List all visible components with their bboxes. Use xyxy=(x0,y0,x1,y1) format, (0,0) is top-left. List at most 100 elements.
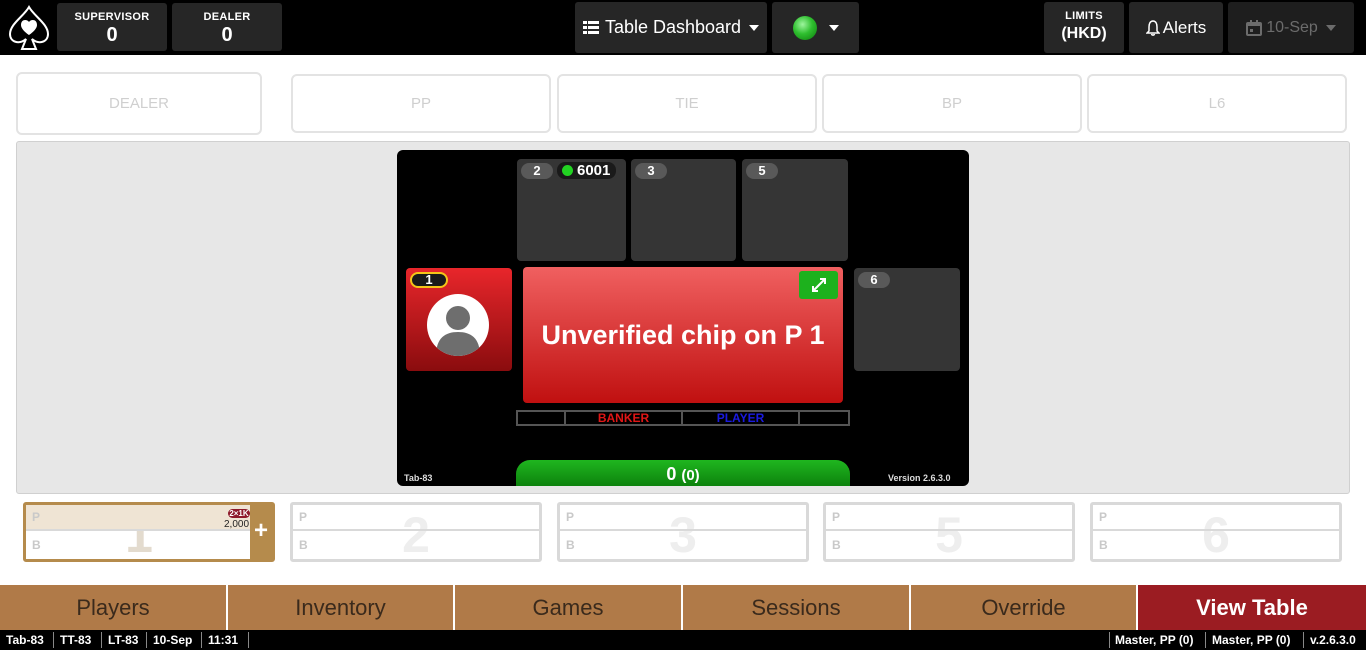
seat-card-2[interactable]: 2 P B xyxy=(290,502,542,563)
app: SUPERVISOR 0 DEALER 0 Table Dashboard LI… xyxy=(0,0,1366,650)
nav-tab-override[interactable]: Override xyxy=(911,585,1138,630)
player-label: PLAYER xyxy=(683,412,800,424)
online-dot-icon xyxy=(562,165,573,176)
seat-number: 5 xyxy=(746,163,778,179)
nav-tab-players[interactable]: Players xyxy=(0,585,228,630)
supervisor-value: 0 xyxy=(106,24,118,46)
calendar-icon xyxy=(1246,19,1263,36)
seat-6[interactable]: 6 xyxy=(854,268,960,371)
total-value: 0 xyxy=(666,464,677,484)
seat-card-5[interactable]: 5 P B xyxy=(823,502,1075,563)
row-label: B xyxy=(299,538,308,552)
dealer-counter: DEALER 0 xyxy=(172,3,282,51)
row-label: B xyxy=(832,538,841,552)
chevron-down-icon xyxy=(749,24,760,31)
bet-zone-bp[interactable]: BP xyxy=(822,74,1082,133)
seat-5[interactable]: 5 xyxy=(742,159,848,261)
chip-badge: 2×1K xyxy=(228,509,250,518)
banker-bet-row[interactable]: B xyxy=(293,533,539,559)
outcome-cell xyxy=(518,412,566,424)
seat-card-3[interactable]: 3 P B xyxy=(557,502,809,563)
table-view: 2 6001 3 5 6 1 Unverified chip on P 1 BA… xyxy=(397,150,969,486)
bottom-nav: Players Inventory Games Sessions Overrid… xyxy=(0,585,1366,630)
row-label: P xyxy=(32,510,41,524)
bet-zone-l6[interactable]: L6 xyxy=(1087,74,1347,133)
dashboard-label: Table Dashboard xyxy=(604,17,742,37)
limits-button[interactable]: LIMITS (HKD) xyxy=(1044,2,1124,53)
status-master-1: Master, PP (0) xyxy=(1115,633,1194,647)
player-bet-row[interactable]: P xyxy=(293,505,539,531)
player-bet-row[interactable]: P 2×1K 2,000 xyxy=(26,505,252,531)
top-bar: SUPERVISOR 0 DEALER 0 Table Dashboard LI… xyxy=(0,0,1366,55)
dealer-label: DEALER xyxy=(203,11,251,23)
player-bet-row[interactable]: P xyxy=(560,505,806,531)
nav-tab-view-table[interactable]: View Table xyxy=(1138,585,1366,630)
seat-number: 3 xyxy=(635,163,667,179)
table-dashboard-dropdown[interactable]: Table Dashboard xyxy=(575,2,767,53)
seat-2[interactable]: 2 6001 xyxy=(517,159,626,261)
chevron-down-icon xyxy=(1325,24,1336,31)
bet-zone-label: BP xyxy=(941,95,962,112)
bet-zone-label: TIE xyxy=(675,95,699,112)
bet-zone-label: DEALER xyxy=(108,95,170,112)
nav-tab-sessions[interactable]: Sessions xyxy=(683,585,911,630)
alerts-label: Alerts xyxy=(1162,17,1207,37)
status-dropdown[interactable] xyxy=(772,2,859,53)
table-grid-icon xyxy=(582,20,599,34)
banker-bet-row[interactable]: B xyxy=(26,533,272,559)
status-time: 11:31 xyxy=(208,633,239,647)
row-label: B xyxy=(32,538,41,552)
bet-zone-pp[interactable]: PP xyxy=(291,74,551,133)
outcome-bar: BANKER PLAYER xyxy=(516,410,850,426)
chevron-down-icon xyxy=(828,24,839,31)
dealer-value: 0 xyxy=(221,24,233,46)
alerts-button[interactable]: Alerts xyxy=(1129,2,1223,53)
seat-number: 2 xyxy=(521,163,553,179)
total-bar: 0 (0) xyxy=(516,460,850,486)
limits-currency: (HKD) xyxy=(1061,25,1107,42)
seat-1[interactable]: 1 xyxy=(406,268,512,371)
date-label: 10-Sep xyxy=(1266,18,1318,36)
limits-label: LIMITS xyxy=(1065,10,1103,22)
seat-number: 1 xyxy=(410,272,448,288)
player-bet-row[interactable]: P xyxy=(826,505,1072,531)
banker-bet-row[interactable]: B xyxy=(560,533,806,559)
status-lt: LT-83 xyxy=(108,633,139,647)
nav-tab-games[interactable]: Games xyxy=(455,585,683,630)
banker-label: BANKER xyxy=(566,412,683,424)
status-master-2: Master, PP (0) xyxy=(1212,633,1291,647)
seat-chip-value: 6001 xyxy=(577,162,611,179)
bet-zone-label: PP xyxy=(410,95,431,112)
table-id-label: Tab-83 xyxy=(404,473,433,483)
bet-zone-tie[interactable]: TIE xyxy=(557,74,817,133)
status-tt: TT-83 xyxy=(60,633,92,647)
status-green-icon xyxy=(792,15,817,40)
nav-tab-inventory[interactable]: Inventory xyxy=(228,585,455,630)
add-bet-button[interactable]: + xyxy=(250,505,272,559)
avatar-icon xyxy=(427,294,489,356)
banker-bet-row[interactable]: B xyxy=(1093,533,1339,559)
unverified-chip-alert: Unverified chip on P 1 xyxy=(523,267,843,403)
bet-zone-dealer[interactable]: DEALER xyxy=(16,72,262,135)
seat-card-6[interactable]: 6 P B xyxy=(1090,502,1342,563)
player-bet-row[interactable]: P xyxy=(1093,505,1339,531)
seat-3[interactable]: 3 xyxy=(631,159,736,261)
supervisor-counter: SUPERVISOR 0 xyxy=(57,3,167,51)
row-label: B xyxy=(1099,538,1108,552)
row-label: P xyxy=(832,510,841,524)
row-label: P xyxy=(566,510,575,524)
bet-zone-label: L6 xyxy=(1208,95,1226,112)
banker-bet-row[interactable]: B xyxy=(826,533,1072,559)
seat-card-1[interactable]: 1 P 2×1K 2,000 B + xyxy=(23,502,275,563)
row-label: P xyxy=(1099,510,1108,524)
expand-arrows-icon xyxy=(811,278,826,292)
outcome-cell xyxy=(800,412,848,424)
status-version: v.2.6.3.0 xyxy=(1310,633,1356,647)
seat-chip-badge: 6001 xyxy=(557,162,617,179)
row-label: B xyxy=(566,538,575,552)
version-label: Version 2.6.3.0 xyxy=(888,473,951,483)
status-tab: Tab-83 xyxy=(6,633,44,647)
expand-button[interactable] xyxy=(799,271,838,299)
alert-text: Unverified chip on P 1 xyxy=(541,320,825,350)
date-dropdown[interactable]: 10-Sep xyxy=(1228,2,1354,53)
